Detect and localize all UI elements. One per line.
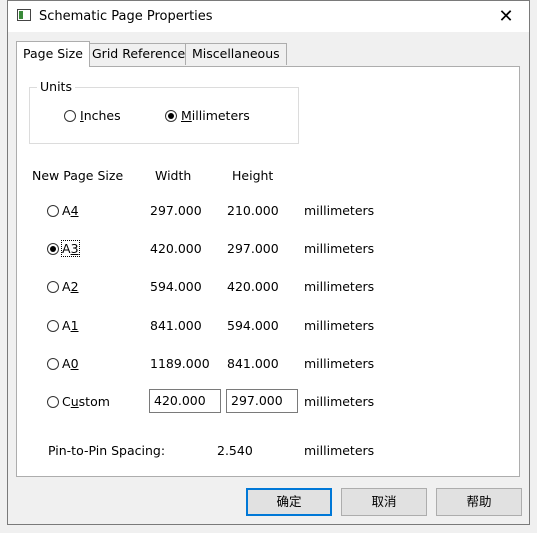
close-button[interactable]: ✕ [483,1,529,32]
height-value-a4: 210.000 [227,203,279,218]
height-value-a2: 420.000 [227,279,279,294]
height-header: Height [232,168,274,183]
unit-label-a2: millimeters [304,279,375,294]
width-value-a3: 420.000 [150,241,202,256]
dialog-window: Schematic Page Properties ✕ Page Size Gr… [7,0,530,525]
size-radio-custom[interactable] [47,396,59,408]
height-value-a3: 297.000 [227,241,279,256]
millimeters-radio[interactable] [165,110,177,122]
pin-spacing-unit: millimeters [304,443,375,458]
size-radio-a3[interactable] [47,243,59,255]
unit-label-a3: millimeters [304,241,375,256]
unit-label-a4: millimeters [304,203,375,218]
width-value-a1: 841.000 [150,318,202,333]
app-icon [17,9,31,21]
size-radio-a1[interactable] [47,320,59,332]
inches-label[interactable]: Inches [80,108,121,123]
custom-height-input[interactable]: 297.000 [226,389,298,413]
unit-label-custom: millimeters [304,394,375,409]
unit-label-a0: millimeters [304,356,375,371]
ok-button[interactable]: 确定 [246,488,332,516]
units-legend: Units [37,79,75,94]
units-groupbox: Units Inches Millimeters [29,79,299,144]
custom-width-input[interactable]: 420.000 [149,389,221,413]
millimeters-label[interactable]: Millimeters [181,108,250,123]
size-label-a3[interactable]: A3 [61,240,80,257]
tab-grid-reference[interactable]: Grid Reference [85,43,193,65]
size-radio-a2[interactable] [47,281,59,293]
inches-radio[interactable] [64,110,76,122]
height-value-a1: 594.000 [227,318,279,333]
size-radio-a4[interactable] [47,205,59,217]
tab-page-size[interactable]: Page Size [16,41,90,67]
pin-spacing-label: Pin-to-Pin Spacing: [48,443,166,458]
pin-spacing-value: 2.540 [217,443,253,458]
size-label-custom[interactable]: Custom [62,394,110,409]
size-label-a0[interactable]: A0 [62,356,79,371]
size-label-a4[interactable]: A4 [62,203,79,218]
size-label-a1[interactable]: A1 [62,318,79,333]
width-value-a2: 594.000 [150,279,202,294]
tab-panel-page-size: Units Inches Millimeters New Page Size W… [16,66,520,477]
title-bar: Schematic Page Properties ✕ [8,1,529,32]
new-page-size-header: New Page Size [32,168,124,183]
window-title: Schematic Page Properties [39,9,213,24]
size-label-a2[interactable]: A2 [62,279,79,294]
size-radio-a0[interactable] [47,358,59,370]
tab-miscellaneous[interactable]: Miscellaneous [185,43,287,65]
help-button[interactable]: 帮助 [436,488,522,516]
height-value-a0: 841.000 [227,356,279,371]
width-value-a4: 297.000 [150,203,202,218]
cancel-button[interactable]: 取消 [341,488,427,516]
width-value-a0: 1189.000 [150,356,210,371]
unit-label-a1: millimeters [304,318,375,333]
width-header: Width [155,168,192,183]
